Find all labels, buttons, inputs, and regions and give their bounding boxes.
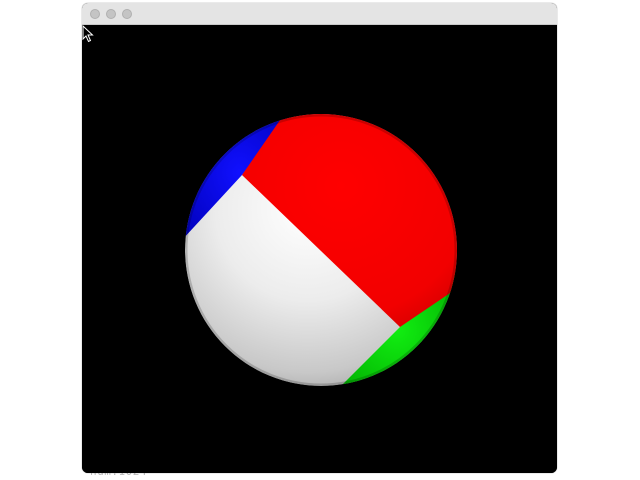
window-titlebar[interactable] [82, 3, 557, 25]
render-canvas[interactable] [82, 25, 557, 473]
arrow-cursor-icon [82, 25, 94, 43]
minimize-button-icon[interactable] [106, 9, 116, 19]
close-button-icon[interactable] [90, 9, 100, 19]
zoom-button-icon[interactable] [122, 9, 132, 19]
app-window[interactable] [82, 3, 557, 473]
sphere-scene [185, 114, 457, 386]
sphere [185, 114, 457, 386]
desktop: num:1024 [0, 0, 640, 480]
